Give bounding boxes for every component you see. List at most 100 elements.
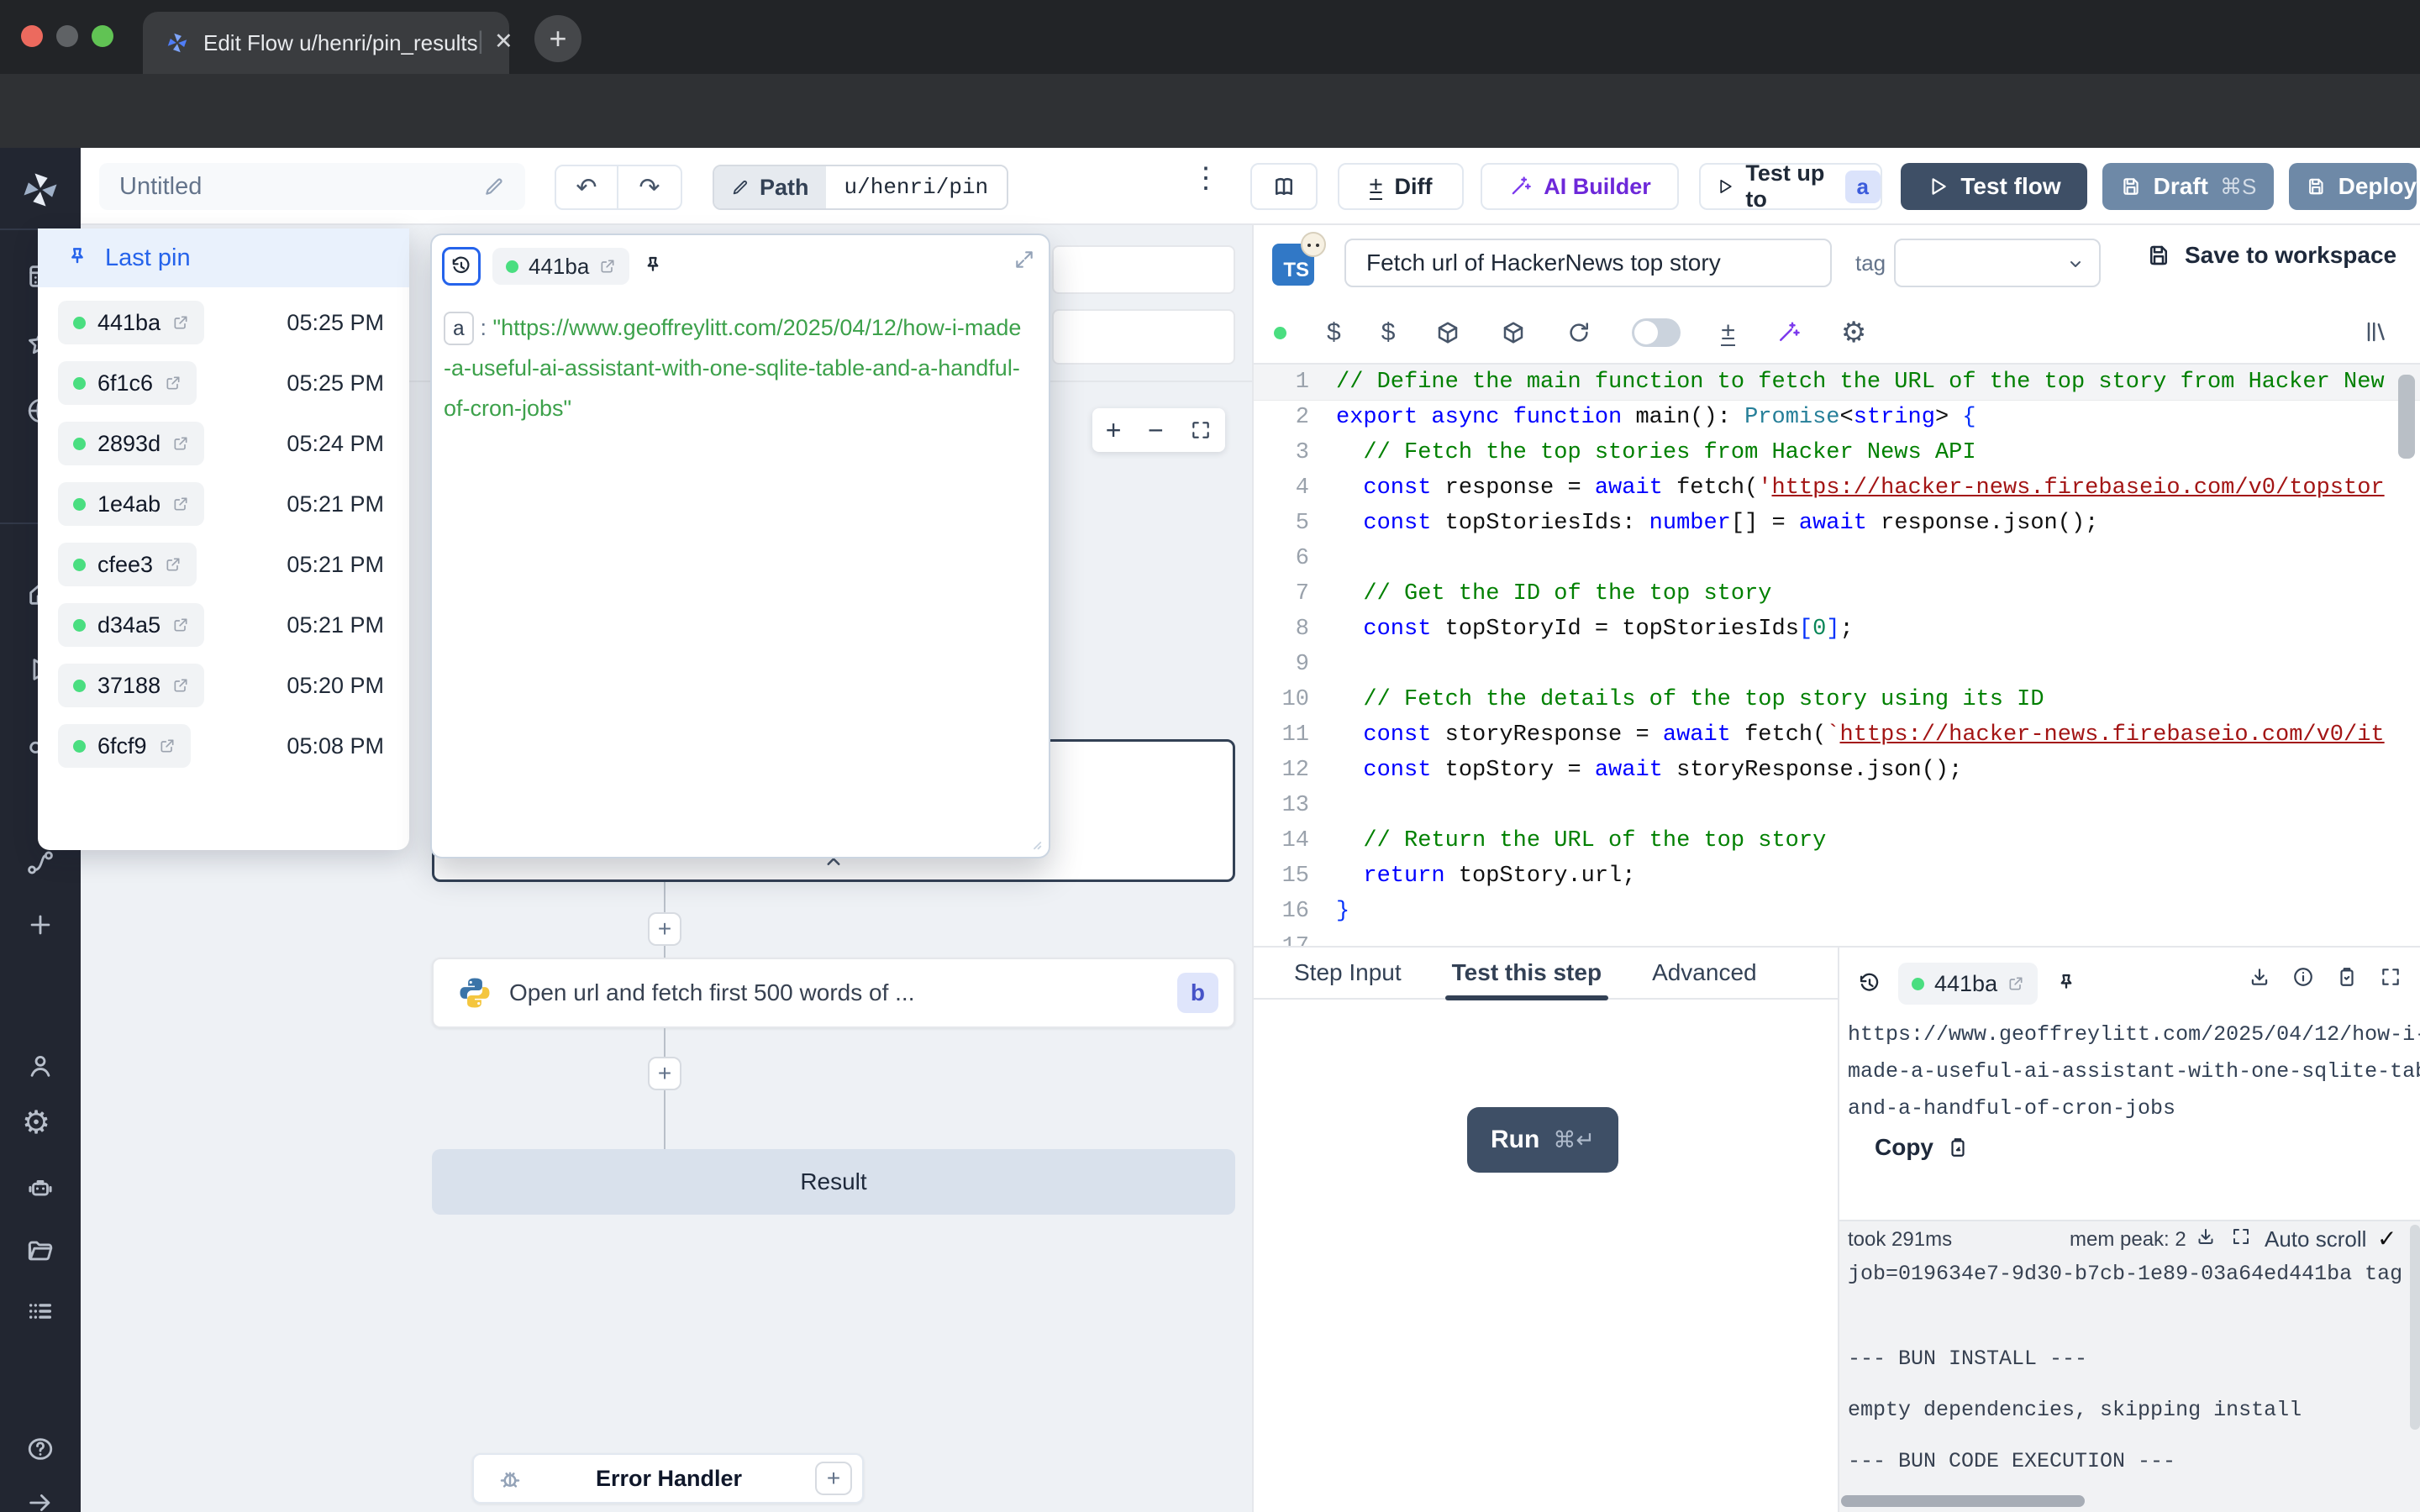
refresh-icon[interactable] — [1566, 320, 1591, 345]
pin-chip[interactable]: d34a5 — [58, 603, 204, 647]
history-button[interactable] — [442, 247, 481, 286]
result-node[interactable]: Result — [432, 1149, 1235, 1215]
sidebar-user-icon[interactable] — [26, 1052, 55, 1080]
pin-row[interactable]: 6fcf9 05:08 PM — [38, 716, 409, 776]
redo-icon[interactable]: ↷ — [618, 166, 681, 208]
pin-row[interactable]: 1e4ab 05:21 PM — [38, 474, 409, 534]
toggle-switch[interactable] — [1632, 318, 1681, 347]
code-editor[interactable]: 1234567891011121314151617 // Define the … — [1254, 363, 2420, 948]
external-link-icon[interactable] — [165, 556, 182, 573]
add-step-button[interactable]: + — [648, 1057, 681, 1090]
diff-button[interactable]: ± Diff — [1338, 163, 1464, 210]
external-link-icon[interactable] — [172, 314, 189, 331]
popup-json-view[interactable]: a : "https://www.geoffreylitt.com/2025/0… — [444, 307, 1025, 428]
new-tab-button[interactable]: + — [534, 15, 581, 62]
logs-pane[interactable]: took 291ms mem peak: 2 Auto scroll ✓ job… — [1839, 1220, 2420, 1512]
minimize-window-button[interactable] — [56, 25, 78, 47]
pin-row[interactable]: d34a5 05:21 PM — [38, 595, 409, 655]
download-icon[interactable] — [2196, 1226, 2216, 1247]
sidebar-route-icon[interactable] — [26, 848, 55, 877]
run-button[interactable]: Run ⌘↵ — [1467, 1107, 1618, 1173]
logs-hscrollbar-thumb[interactable] — [1841, 1495, 2085, 1507]
external-link-icon[interactable] — [172, 496, 189, 512]
pin-chip[interactable]: 441ba — [58, 301, 204, 344]
draft-button[interactable]: Draft ⌘S — [2102, 163, 2274, 210]
gear-icon[interactable]: ⚙ — [1841, 318, 1866, 347]
close-tab-icon[interactable]: ✕ — [494, 29, 513, 55]
copy-button[interactable]: Copy — [1875, 1134, 1969, 1161]
external-link-icon[interactable] — [159, 738, 176, 754]
maximize-icon[interactable] — [2231, 1226, 2251, 1247]
external-link-icon[interactable] — [172, 435, 189, 452]
auto-scroll-check-icon[interactable]: ✓ — [2377, 1225, 2396, 1252]
pin-row[interactable]: cfee3 05:21 PM — [38, 534, 409, 595]
pin-chip[interactable]: 441ba — [492, 248, 629, 285]
canvas-top-field[interactable] — [1052, 245, 1235, 294]
toolbar-kebab-icon[interactable]: ⋮ — [1192, 161, 1220, 195]
canvas-top-field[interactable] — [1052, 309, 1235, 365]
pin-chip[interactable]: 1e4ab — [58, 482, 204, 526]
external-link-icon[interactable] — [165, 375, 182, 391]
external-link-icon[interactable] — [172, 617, 189, 633]
sidebar-gear-icon[interactable]: ⚙ — [22, 1107, 50, 1139]
tab-test-this-step[interactable]: Test this step — [1445, 947, 1608, 999]
pin-chip[interactable]: 6fcf9 — [58, 724, 191, 768]
browser-tab[interactable]: Edit Flow u/henri/pin_results | ✕ — [143, 12, 509, 74]
external-link-icon[interactable] — [599, 258, 616, 275]
sidebar-help-icon[interactable] — [26, 1435, 55, 1463]
maximize-icon[interactable] — [2380, 966, 2402, 988]
save-to-workspace-button[interactable]: Save to workspace — [2146, 242, 2396, 269]
json-key-badge[interactable]: a — [444, 312, 474, 345]
fit-view-icon[interactable] — [1190, 419, 1212, 441]
path-label-segment[interactable]: Path — [714, 166, 826, 208]
path-group[interactable]: Path u/henri/pin — [713, 165, 1008, 210]
sidebar-list-icon[interactable] — [26, 1297, 55, 1326]
download-icon[interactable] — [2249, 966, 2270, 988]
pencil-icon[interactable] — [483, 176, 505, 197]
tab-step-input[interactable]: Step Input — [1287, 947, 1408, 999]
windmill-logo[interactable] — [18, 168, 62, 212]
package-icon[interactable] — [1435, 320, 1460, 345]
pin-chip[interactable]: 37188 — [58, 664, 204, 707]
logs-vscrollbar[interactable] — [2410, 1225, 2420, 1430]
expand-icon[interactable] — [1013, 249, 1035, 270]
history-icon[interactable] — [1858, 972, 1881, 995]
step-summary-input[interactable]: Fetch url of HackerNews top story — [1344, 239, 1832, 287]
sidebar-plus-icon[interactable] — [26, 911, 55, 939]
pin-chip[interactable]: cfee3 — [58, 543, 197, 586]
pin-chip[interactable]: 6f1c6 — [58, 361, 197, 405]
cache-dollar-icon[interactable]: $ — [1327, 318, 1341, 347]
test-flow-button[interactable]: Test flow — [1901, 163, 2087, 210]
pin-chip[interactable]: 2893d — [58, 422, 204, 465]
pin-row[interactable]: 441ba 05:25 PM — [38, 292, 409, 353]
pin-row[interactable]: 2893d 05:24 PM — [38, 413, 409, 474]
flow-name-field[interactable]: Untitled — [99, 163, 525, 210]
library-panel-icon[interactable] — [2365, 319, 2390, 344]
package-icon[interactable] — [1501, 320, 1526, 345]
clipboard-icon[interactable] — [2336, 966, 2358, 988]
deploy-button[interactable]: Deploy — [2289, 163, 2417, 210]
pin-chip[interactable]: 441ba — [1898, 963, 2038, 1005]
python-step-node[interactable]: Open url and fetch first 500 words of ..… — [432, 958, 1235, 1028]
close-window-button[interactable] — [21, 25, 43, 47]
add-error-handler-button[interactable]: + — [815, 1462, 852, 1495]
external-link-icon[interactable] — [2007, 975, 2024, 992]
pin-row[interactable]: 37188 05:20 PM — [38, 655, 409, 716]
sidebar-collapse-arrow-icon[interactable] — [26, 1488, 55, 1512]
pin-icon[interactable] — [641, 255, 665, 278]
error-handler-node[interactable]: Error Handler + — [472, 1453, 864, 1504]
sidebar-robot-icon[interactable] — [26, 1174, 55, 1203]
resize-handle-icon[interactable] — [1025, 833, 1044, 852]
info-icon[interactable] — [2292, 966, 2314, 988]
external-link-icon[interactable] — [172, 677, 189, 694]
zoom-window-button[interactable] — [92, 25, 113, 47]
docs-book-button[interactable] — [1250, 163, 1318, 210]
test-up-to-button[interactable]: Test up to a — [1699, 163, 1882, 210]
pin-row[interactable]: 6f1c6 05:25 PM — [38, 353, 409, 413]
code-lines[interactable]: // Define the main function to fetch the… — [1336, 365, 2420, 929]
magic-wand-icon[interactable] — [1776, 320, 1801, 345]
zoom-in-icon[interactable]: + — [1106, 415, 1122, 446]
add-step-button[interactable]: + — [648, 912, 681, 946]
sidebar-folder-icon[interactable] — [26, 1236, 55, 1265]
pin-icon[interactable] — [2054, 972, 2078, 995]
